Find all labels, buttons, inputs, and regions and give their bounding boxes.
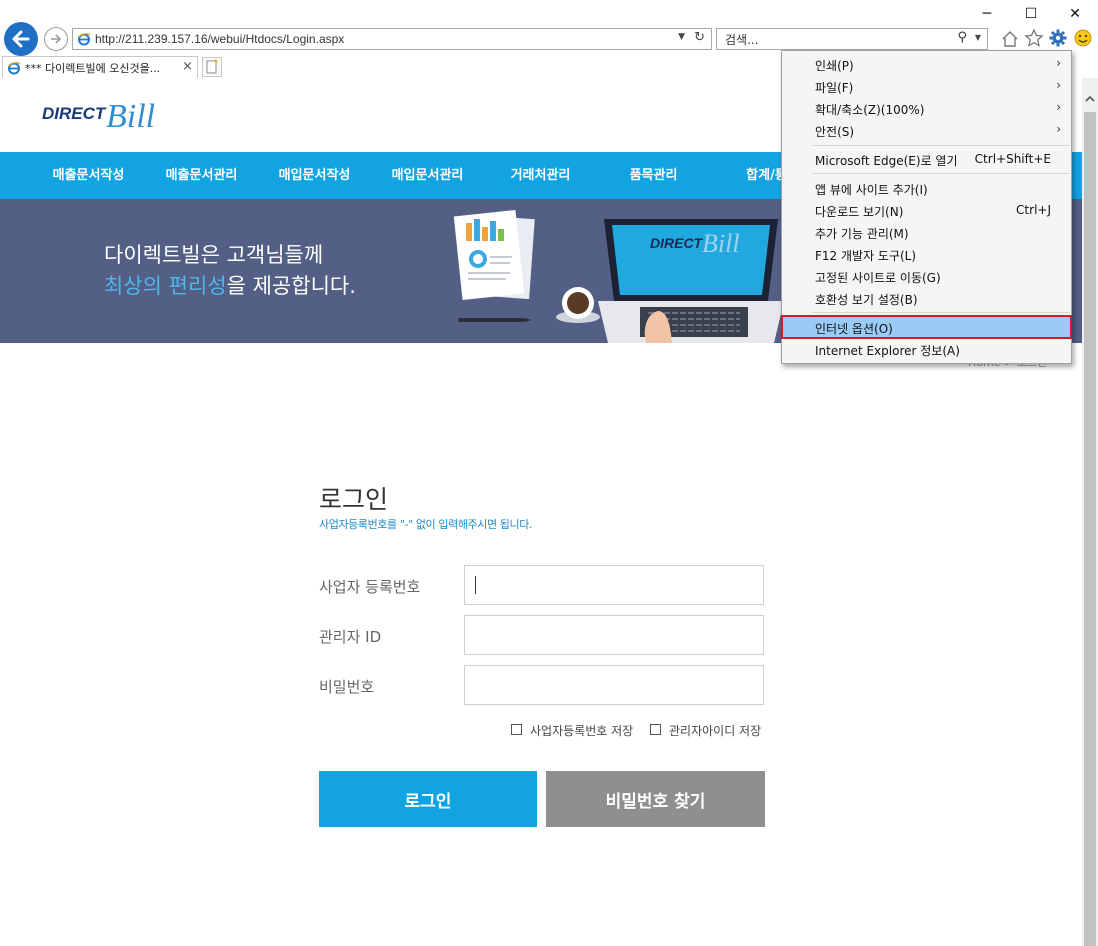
browser-tab[interactable]: *** 다이렉트빌에 오신것을... × bbox=[2, 56, 198, 78]
menu-item-shortcut: Ctrl+J bbox=[1016, 203, 1051, 217]
back-arrow-icon bbox=[12, 30, 30, 48]
search-input[interactable]: 검색... bbox=[725, 31, 759, 48]
save-adminid-label: 관리자아이디 저장 bbox=[669, 724, 762, 738]
page-scrollbar-thumb[interactable] bbox=[1084, 112, 1096, 946]
menu-item-label: 앱 뷰에 사이트 추가(I) bbox=[815, 183, 928, 197]
text-cursor bbox=[475, 576, 476, 594]
menu-item-label: 인쇄(P) bbox=[815, 59, 854, 73]
logo-bill-text: Bill bbox=[106, 98, 156, 135]
menu-item-label: 다운로드 보기(N) bbox=[815, 205, 904, 219]
bizno-label: 사업자 등록번호 bbox=[319, 578, 421, 596]
pen-illustration bbox=[458, 313, 532, 322]
banner-text-line2: 최상의 편리성을 제공합니다. bbox=[104, 270, 356, 300]
nav-item-purchase-manage[interactable]: 매입문서관리 bbox=[371, 152, 484, 199]
admin-id-input[interactable] bbox=[464, 615, 764, 655]
laptop-logo-direct: DIRECT bbox=[650, 235, 703, 251]
forward-arrow-icon bbox=[51, 34, 62, 44]
menu-item-manage-addons[interactable]: 추가 기능 관리(M) bbox=[782, 221, 1071, 243]
password-input[interactable] bbox=[464, 665, 764, 705]
menu-item-print[interactable]: 인쇄(P) › bbox=[782, 53, 1071, 75]
menu-item-label: 확대/축소(Z)(100%) bbox=[815, 103, 925, 117]
laptop-illustration: DIRECT Bill bbox=[598, 215, 784, 343]
new-tab-button[interactable] bbox=[202, 57, 222, 77]
save-adminid-checkbox[interactable] bbox=[650, 724, 661, 735]
site-logo[interactable]: DIRECT Bill bbox=[42, 98, 182, 142]
banner-line2-rest: 을 제공합니다. bbox=[226, 274, 356, 298]
login-button[interactable]: 로그인 bbox=[319, 771, 537, 827]
new-tab-icon bbox=[206, 59, 218, 74]
nav-item-sales-write[interactable]: 매출문서작성 bbox=[32, 152, 145, 199]
menu-item-internet-options[interactable]: 인터넷 옵션(O) bbox=[781, 315, 1072, 339]
tab-title: *** 다이렉트빌에 오신것을... bbox=[25, 61, 161, 75]
banner-text-line1: 다이렉트빌은 고객님들께 bbox=[104, 243, 324, 267]
login-subtitle: 사업자등록번호를 "-" 없이 입력해주시면 됩니다. bbox=[319, 518, 533, 531]
address-dropdown-icon[interactable]: ▼ bbox=[678, 32, 685, 42]
tools-menu: 인쇄(P) › 파일(F) › 확대/축소(Z)(100%) › 안전(S) › Mic… bbox=[781, 50, 1072, 364]
close-button[interactable]: ✕ bbox=[1052, 0, 1098, 28]
ie-tab-icon bbox=[7, 61, 21, 75]
menu-item-dev-tools[interactable]: F12 개발자 도구(L) bbox=[782, 243, 1071, 265]
login-title: 로그인 bbox=[319, 485, 389, 514]
menu-separator bbox=[812, 145, 1070, 146]
feedback-smiley-icon[interactable] bbox=[1074, 29, 1092, 47]
nav-item-items[interactable]: 품목관리 bbox=[597, 152, 710, 199]
banner-highlight: 최상의 편리성 bbox=[104, 274, 227, 298]
back-button[interactable] bbox=[4, 22, 38, 56]
search-icon[interactable]: ⚲ bbox=[957, 30, 967, 45]
submenu-arrow-icon: › bbox=[1056, 56, 1061, 70]
coffee-cup-illustration bbox=[556, 283, 602, 323]
menu-item-compat-view[interactable]: 호환성 보기 설정(B) bbox=[782, 287, 1071, 309]
forward-button[interactable] bbox=[44, 27, 68, 51]
menu-item-label: 파일(F) bbox=[815, 81, 854, 95]
menu-item-label: 호환성 보기 설정(B) bbox=[815, 293, 918, 307]
bizno-input[interactable] bbox=[464, 565, 764, 605]
menu-item-label: 안전(S) bbox=[815, 125, 855, 139]
menu-item-view-downloads[interactable]: 다운로드 보기(N) Ctrl+J bbox=[782, 199, 1071, 221]
favorites-star-icon[interactable] bbox=[1024, 28, 1044, 48]
ie-page-icon bbox=[77, 32, 91, 46]
password-label: 비밀번호 bbox=[319, 678, 375, 696]
search-box[interactable]: 검색... ⚲ ▼ bbox=[716, 28, 988, 50]
nav-item-clients[interactable]: 거래처관리 bbox=[484, 152, 597, 199]
find-password-button[interactable]: 비밀번호 찾기 bbox=[546, 771, 765, 827]
menu-item-file[interactable]: 파일(F) › bbox=[782, 75, 1071, 97]
nav-item-purchase-write[interactable]: 매입문서작성 bbox=[258, 152, 371, 199]
menu-item-about-ie[interactable]: Internet Explorer 정보(A) bbox=[782, 338, 1071, 360]
menu-item-safety[interactable]: 안전(S) › bbox=[782, 119, 1071, 141]
menu-item-label: Microsoft Edge(E)로 열기 bbox=[815, 154, 958, 168]
menu-item-shortcut: Ctrl+Shift+E bbox=[974, 152, 1051, 166]
menu-item-label: 인터넷 옵션(O) bbox=[815, 322, 893, 336]
scroll-up-arrow-icon[interactable] bbox=[1083, 92, 1097, 106]
menu-item-pinned-sites[interactable]: 고정된 사이트로 이동(G) bbox=[782, 265, 1071, 287]
refresh-icon[interactable]: ↻ bbox=[694, 30, 705, 45]
submenu-arrow-icon: › bbox=[1056, 100, 1061, 114]
documents-illustration bbox=[452, 209, 542, 309]
search-dropdown-icon[interactable]: ▼ bbox=[975, 33, 981, 42]
menu-item-zoom[interactable]: 확대/축소(Z)(100%) › bbox=[782, 97, 1071, 119]
maximize-button[interactable]: ☐ bbox=[1008, 0, 1054, 28]
menu-item-open-edge[interactable]: Microsoft Edge(E)로 열기 Ctrl+Shift+E bbox=[782, 148, 1071, 170]
address-bar[interactable]: http://211.239.157.16/webui/Htdocs/Login… bbox=[72, 28, 712, 50]
menu-separator bbox=[812, 312, 1070, 313]
menu-item-label: 추가 기능 관리(M) bbox=[815, 227, 909, 241]
submenu-arrow-icon: › bbox=[1056, 122, 1061, 136]
save-bizno-checkbox[interactable] bbox=[511, 724, 522, 735]
save-bizno-label: 사업자등록번호 저장 bbox=[530, 724, 634, 738]
minimize-button[interactable]: ─ bbox=[964, 0, 1010, 28]
tab-close-icon[interactable]: × bbox=[182, 59, 193, 74]
menu-item-label: 고정된 사이트로 이동(G) bbox=[815, 271, 941, 285]
menu-item-add-site-app-view[interactable]: 앱 뷰에 사이트 추가(I) bbox=[782, 177, 1071, 199]
tools-gear-icon[interactable] bbox=[1048, 28, 1068, 48]
submenu-arrow-icon: › bbox=[1056, 78, 1061, 92]
admin-id-label: 관리자 ID bbox=[319, 628, 382, 646]
menu-item-label: Internet Explorer 정보(A) bbox=[815, 344, 960, 358]
logo-direct-text: DIRECT bbox=[42, 104, 106, 123]
menu-separator bbox=[812, 173, 1070, 174]
menu-item-label: F12 개발자 도구(L) bbox=[815, 249, 917, 263]
laptop-logo-bill: Bill bbox=[702, 229, 740, 258]
nav-item-sales-manage[interactable]: 매출문서관리 bbox=[145, 152, 258, 199]
address-url: http://211.239.157.16/webui/Htdocs/Login… bbox=[95, 32, 345, 46]
home-icon[interactable] bbox=[1000, 29, 1020, 49]
